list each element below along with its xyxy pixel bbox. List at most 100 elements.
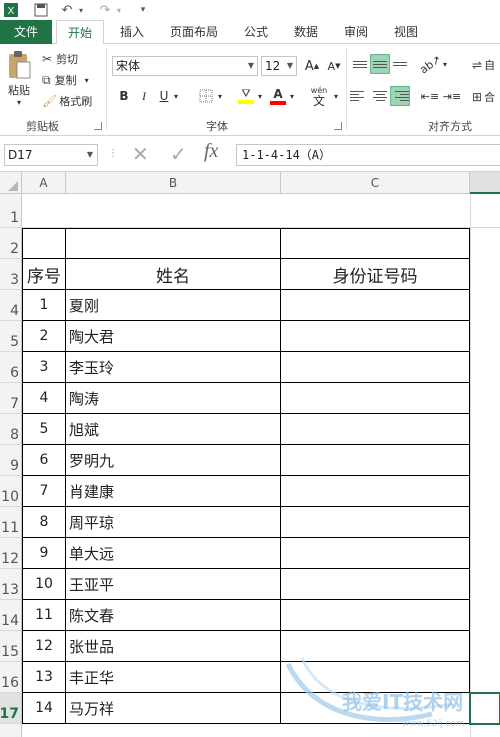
cell-id-number[interactable] [281, 662, 470, 693]
grow-font-button[interactable]: A ▲ [302, 56, 322, 76]
column-header-c[interactable]: C [281, 172, 470, 194]
cell-id-number[interactable] [281, 352, 470, 383]
cell-name[interactable]: 陶涛 [66, 383, 281, 414]
formula-input[interactable]: 1-1-4-14（A） [236, 144, 500, 166]
align-left-button[interactable] [350, 86, 370, 106]
select-all-button[interactable] [0, 172, 22, 194]
row-header[interactable]: 15 [0, 631, 21, 662]
cell-name[interactable]: 肖建康 [66, 476, 281, 507]
increase-indent-button[interactable]: ⇥≡ [442, 86, 462, 106]
cell-name[interactable]: 陶大君 [66, 321, 281, 352]
cell-id-number[interactable] [281, 414, 470, 445]
font-launcher-icon[interactable] [334, 122, 342, 130]
italic-button[interactable]: I [134, 86, 154, 106]
header-seq[interactable]: 序号 [22, 259, 66, 290]
row-header[interactable]: 6 [0, 352, 21, 383]
row-header[interactable]: 3 [0, 259, 21, 290]
column-header-b[interactable]: B [66, 172, 281, 194]
font-size-combo[interactable]: 12 ▼ [261, 56, 297, 76]
redo-icon[interactable]: ↷ [96, 1, 114, 19]
cell-id-number[interactable] [281, 321, 470, 352]
row-header[interactable]: 7 [0, 383, 21, 414]
column-header-d[interactable] [470, 172, 500, 194]
cell-seq[interactable]: 10 [22, 569, 66, 600]
cell-id-number[interactable] [281, 476, 470, 507]
cell-id-number[interactable] [281, 507, 470, 538]
font-color-dropdown-icon[interactable]: ▾ [286, 86, 298, 106]
orientation-button[interactable]: ab↗ [417, 52, 443, 76]
tab-insert[interactable]: 插入 [112, 20, 152, 44]
cell-seq[interactable]: 12 [22, 631, 66, 662]
clipboard-launcher-icon[interactable] [94, 122, 102, 130]
cell-id-number[interactable] [281, 569, 470, 600]
cell-seq[interactable]: 1 [22, 290, 66, 321]
align-center-button[interactable] [370, 86, 390, 106]
table-cell[interactable] [281, 228, 470, 259]
table-cell[interactable] [66, 228, 281, 259]
name-box[interactable]: D17 ▼ [4, 144, 98, 166]
header-name[interactable]: 姓名 [66, 259, 281, 290]
cell-id-number[interactable] [281, 290, 470, 321]
save-icon[interactable] [32, 1, 50, 19]
font-name-combo[interactable]: 宋体 ▼ [112, 56, 258, 76]
cell-name[interactable]: 夏刚 [66, 290, 281, 321]
tab-data[interactable]: 数据 [286, 20, 326, 44]
cell-name[interactable]: 马万祥 [66, 693, 281, 724]
redo-dropdown-icon[interactable]: ▾ [114, 1, 124, 19]
cell-seq[interactable]: 9 [22, 538, 66, 569]
row-header[interactable]: 16 [0, 662, 21, 693]
selected-cell-d17[interactable] [469, 692, 500, 725]
cell-id-number[interactable] [281, 631, 470, 662]
wrap-text-button[interactable]: ⇌ 自 [472, 56, 495, 74]
shrink-font-button[interactable]: A ▼ [324, 56, 344, 76]
tab-view[interactable]: 视图 [386, 20, 426, 44]
cell-name[interactable]: 单大远 [66, 538, 281, 569]
cell-seq[interactable]: 14 [22, 693, 66, 724]
cell-id-number[interactable] [281, 538, 470, 569]
row-header[interactable]: 4 [0, 290, 21, 321]
cell-name[interactable]: 陈文春 [66, 600, 281, 631]
copy-button[interactable]: ⧉ 复制 ▾ [42, 71, 89, 89]
font-color-button[interactable]: A [268, 86, 288, 106]
underline-dropdown-icon[interactable]: ▾ [170, 86, 182, 106]
align-top-button[interactable] [350, 54, 370, 74]
row-header[interactable]: 5 [0, 321, 21, 352]
fill-color-dropdown-icon[interactable]: ▾ [254, 86, 266, 106]
cell-seq[interactable]: 7 [22, 476, 66, 507]
cell-name[interactable]: 李玉玲 [66, 352, 281, 383]
fill-color-button[interactable]: ⛛ [236, 86, 256, 106]
enter-icon[interactable]: ✓ [170, 142, 187, 166]
decrease-indent-button[interactable]: ⇤≡ [420, 86, 440, 106]
cell-seq[interactable]: 8 [22, 507, 66, 538]
cell-name[interactable]: 周平琼 [66, 507, 281, 538]
cell-seq[interactable]: 5 [22, 414, 66, 445]
cell-id-number[interactable] [281, 383, 470, 414]
tab-formulas[interactable]: 公式 [236, 20, 276, 44]
row-header[interactable]: 10 [0, 476, 21, 507]
cell-name[interactable]: 旭斌 [66, 414, 281, 445]
cell-seq[interactable]: 6 [22, 445, 66, 476]
cancel-icon[interactable]: ✕ [132, 142, 149, 166]
tab-review[interactable]: 审阅 [336, 20, 376, 44]
align-right-button[interactable] [390, 86, 410, 106]
worksheet-grid[interactable]: 序号 姓名 身份证号码 1 夏刚 2 陶大君 3 李玉玲 4 陶涛 5 旭斌 6 罗明九 7 肖建康 8 周平琼 9 单… [22, 194, 500, 737]
tab-home[interactable]: 开始 [56, 20, 104, 45]
cell-id-number[interactable] [281, 600, 470, 631]
orientation-dropdown-icon[interactable]: ▾ [440, 54, 450, 74]
format-painter-button[interactable]: 🖌 格式刷 [42, 92, 92, 110]
tab-file[interactable]: 文件 [0, 20, 52, 44]
table-cell[interactable] [22, 228, 66, 259]
merge-center-button[interactable]: ⊞ 合 [472, 88, 495, 106]
borders-dropdown-icon[interactable]: ▾ [214, 86, 226, 106]
phonetic-dropdown-icon[interactable]: ▾ [330, 86, 342, 106]
row-header[interactable]: 2 [0, 228, 21, 259]
cell-seq[interactable]: 2 [22, 321, 66, 352]
borders-button[interactable] [196, 86, 216, 106]
cell-seq[interactable]: 3 [22, 352, 66, 383]
cell-seq[interactable]: 4 [22, 383, 66, 414]
row-header[interactable]: 8 [0, 414, 21, 445]
tab-page-layout[interactable]: 页面布局 [162, 20, 226, 44]
column-header-a[interactable]: A [22, 172, 66, 194]
row-header[interactable]: 17 [0, 693, 21, 724]
cell-id-number[interactable] [281, 693, 470, 724]
